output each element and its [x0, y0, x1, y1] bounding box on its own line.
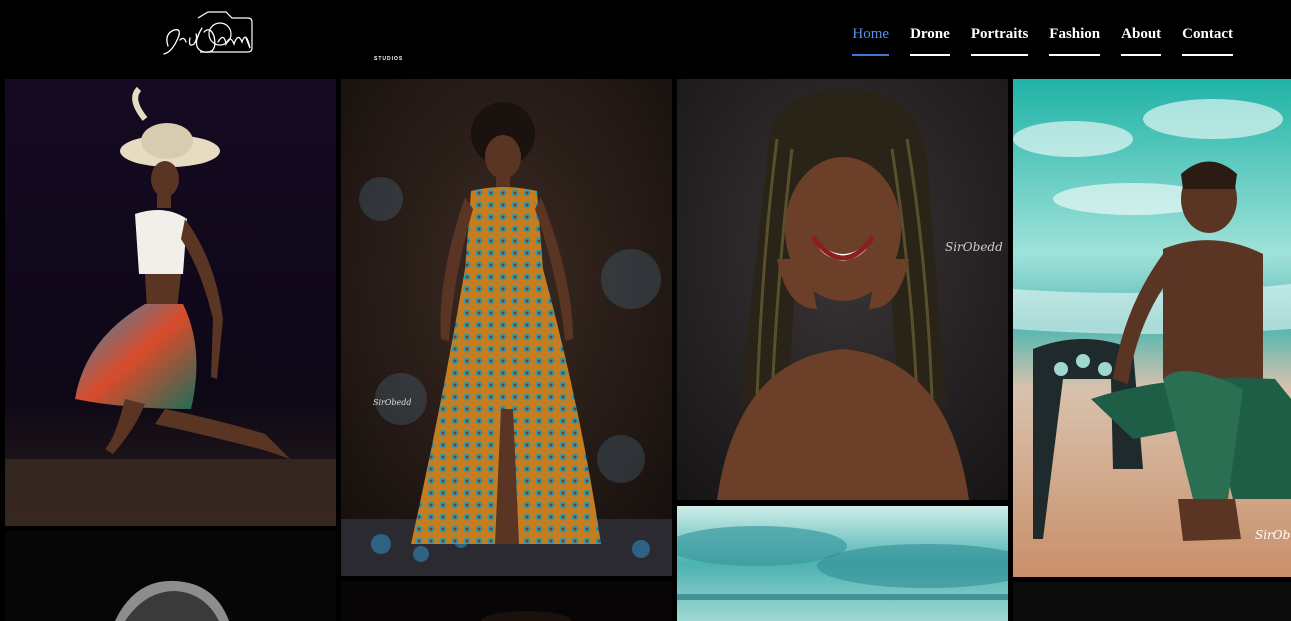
- site-header: STUDIOS Home Drone Portraits Fashion Abo…: [0, 0, 1291, 79]
- svg-text:SirObedd: SirObedd: [945, 240, 1003, 254]
- camera-signature-logo-icon: [163, 11, 253, 55]
- nav-drone[interactable]: Drone: [910, 24, 950, 56]
- brand-logo[interactable]: STUDIOS: [160, 8, 402, 62]
- brand-subtitle: STUDIOS: [374, 56, 404, 62]
- nav-portraits[interactable]: Portraits: [970, 24, 1029, 56]
- nav-home[interactable]: Home: [852, 24, 890, 56]
- gallery-photo-bottom-2[interactable]: [341, 581, 672, 621]
- gallery-photo-bottom-sky[interactable]: [677, 506, 1008, 621]
- nav-contact[interactable]: Contact: [1182, 24, 1233, 56]
- gallery-photo-bottom-4[interactable]: [1013, 582, 1291, 621]
- gallery-photo-smiling-portrait[interactable]: SirObedd: [677, 79, 1008, 500]
- gallery-photo-jumping-model[interactable]: [5, 79, 336, 526]
- nav-about[interactable]: About: [1121, 24, 1162, 56]
- svg-text:SirObedd: SirObedd: [373, 398, 412, 407]
- gallery-photo-bottom-1[interactable]: [5, 531, 336, 621]
- nav-fashion[interactable]: Fashion: [1049, 24, 1101, 56]
- gallery-photo-print-dress[interactable]: SirObedd: [341, 79, 672, 576]
- gallery-photo-beach-model[interactable]: SirObedd: [1013, 79, 1291, 577]
- svg-text:SirObedd: SirObedd: [1255, 528, 1291, 542]
- main-nav: Home Drone Portraits Fashion About Conta…: [852, 24, 1233, 56]
